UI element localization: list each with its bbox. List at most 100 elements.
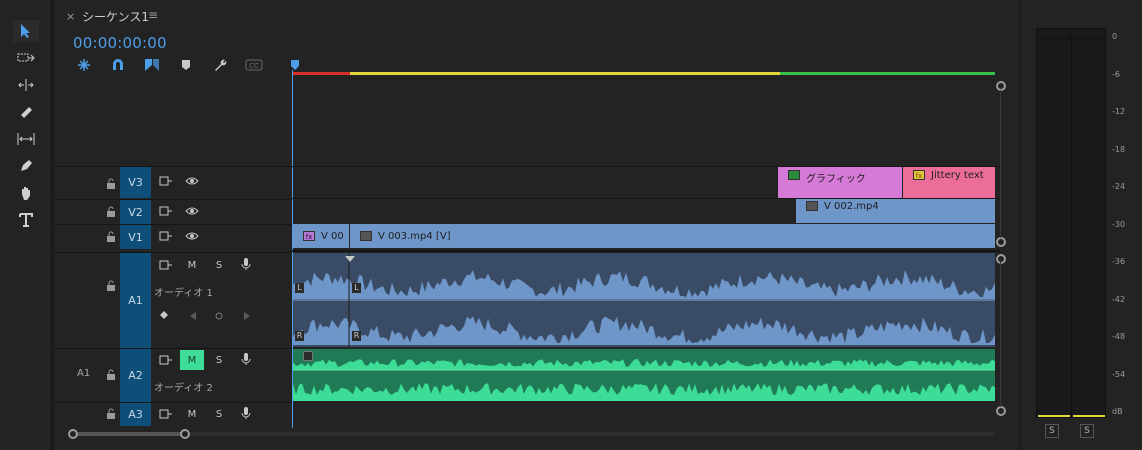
db-scale-label: -6 <box>1112 69 1120 79</box>
video-audio-divider <box>292 250 1000 252</box>
track-target-v1[interactable]: V1 <box>120 225 151 249</box>
tab-menu-icon[interactable]: ≡ <box>148 8 158 22</box>
meter-solo-left-button[interactable]: S <box>1045 424 1059 438</box>
track-target-v3[interactable]: V3 <box>120 167 151 198</box>
sequence-tab-title[interactable]: シーケンス1 <box>82 8 149 25</box>
fx-badge-icon: fx <box>913 170 925 180</box>
eye-icon[interactable] <box>185 175 199 187</box>
db-scale-label: -12 <box>1112 107 1126 116</box>
slip-tool-icon[interactable] <box>13 128 39 150</box>
track-target-a2[interactable]: A2 <box>120 349 151 402</box>
microphone-icon[interactable] <box>239 353 253 365</box>
selection-tool-icon[interactable] <box>13 20 39 42</box>
db-scale-label: -54 <box>1112 369 1126 379</box>
ripple-edit-tool-icon[interactable] <box>13 74 39 96</box>
peak-indicator-right <box>1071 29 1106 39</box>
solo-button[interactable]: S <box>212 259 226 271</box>
track-name-a2: オーディオ 2 <box>154 383 213 394</box>
render-bar-yellow <box>350 72 780 75</box>
microphone-icon[interactable] <box>239 258 253 270</box>
type-tool-icon[interactable] <box>13 209 39 231</box>
waveform-a2 <box>293 359 995 401</box>
wrench-icon[interactable] <box>211 58 229 72</box>
sync-lock-icon[interactable] <box>159 259 173 271</box>
lock-icon[interactable] <box>106 408 116 419</box>
pen-tool-icon[interactable] <box>13 155 39 177</box>
track-header-v1 <box>55 224 292 249</box>
render-bar-green <box>780 72 995 75</box>
clip-jittery-label: Jittery text <box>931 170 984 181</box>
solo-button[interactable]: S <box>212 408 226 420</box>
snap-icon[interactable] <box>75 58 93 72</box>
clip-v002[interactable]: V 002.mp4 <box>796 199 995 223</box>
fx-badge-icon <box>788 170 800 180</box>
audio-scroll-handle-top[interactable] <box>996 254 1006 264</box>
linked-selection-icon[interactable] <box>143 58 161 72</box>
sync-lock-icon[interactable] <box>159 230 173 242</box>
clip-v002-label: V 002.mp4 <box>824 201 879 212</box>
horizontal-scrollbar-track[interactable] <box>70 432 995 436</box>
fx-badge-icon: fx <box>303 231 315 241</box>
zoom-handle-right[interactable] <box>180 429 190 439</box>
lock-icon[interactable] <box>106 369 116 380</box>
clip-v00[interactable]: fx V 00 <box>293 224 349 248</box>
cc-icon[interactable]: CC <box>245 58 263 72</box>
clip-v003-label: V 003.mp4 [V] <box>378 230 451 242</box>
track-select-tool-icon[interactable] <box>13 47 39 69</box>
horizontal-scrollbar-thumb[interactable] <box>73 432 186 436</box>
video-scroll-handle-top[interactable] <box>996 81 1006 91</box>
render-bar-red <box>293 72 350 75</box>
track-target-a3[interactable]: A3 <box>120 403 151 426</box>
solo-button[interactable]: S <box>212 354 226 366</box>
track-target-a1[interactable]: A1 <box>120 253 151 348</box>
audio-scrollbar-track[interactable] <box>1000 262 1001 407</box>
db-scale-label: -36 <box>1112 257 1126 266</box>
eye-icon[interactable] <box>185 230 199 242</box>
magnet-icon[interactable] <box>109 58 127 72</box>
audio-scroll-handle-bottom[interactable] <box>996 406 1006 416</box>
waveform-a1 <box>293 253 995 347</box>
sync-lock-icon[interactable] <box>159 205 173 217</box>
mute-button[interactable]: M <box>185 259 199 271</box>
clip-audio-a1[interactable]: L L R R <box>293 253 995 347</box>
microphone-icon[interactable] <box>239 407 253 419</box>
keyframe-toggle-icon[interactable] <box>212 310 226 322</box>
clip-jittery-text[interactable]: fx Jittery text <box>903 167 995 198</box>
channel-label-l: L <box>352 283 361 293</box>
clip-graphic[interactable]: グラフィック <box>778 167 902 198</box>
sync-lock-icon[interactable] <box>159 408 173 420</box>
lock-icon[interactable] <box>106 206 116 217</box>
sync-lock-icon[interactable] <box>159 175 173 187</box>
lock-icon[interactable] <box>106 178 116 189</box>
fx-badge-icon <box>806 201 818 211</box>
meter-divider <box>1071 39 1072 417</box>
mute-button[interactable]: M <box>185 408 199 420</box>
mute-button-active[interactable]: M <box>180 350 204 370</box>
next-keyframe-icon[interactable] <box>240 310 254 322</box>
playhead-marker-icon[interactable] <box>291 60 299 70</box>
source-patch-a1[interactable]: A1 <box>77 368 90 379</box>
keyframe-add-icon[interactable] <box>158 310 172 322</box>
db-scale-label: -18 <box>1112 144 1126 154</box>
track-target-v2[interactable]: V2 <box>120 200 151 224</box>
meter-level-left <box>1038 415 1070 417</box>
track-header-v3 <box>55 166 292 198</box>
marker-icon[interactable] <box>177 58 195 72</box>
hand-tool-icon[interactable] <box>13 182 39 204</box>
timecode-display[interactable]: 00:00:00:00 <box>73 34 167 52</box>
track-name-a1: オーディオ 1 <box>154 288 213 299</box>
sync-lock-icon[interactable] <box>159 354 173 366</box>
zoom-handle-left[interactable] <box>68 429 78 439</box>
razor-tool-icon[interactable] <box>13 101 39 123</box>
video-scroll-handle-bottom[interactable] <box>996 237 1006 247</box>
eye-icon[interactable] <box>185 205 199 217</box>
lock-icon[interactable] <box>106 280 116 291</box>
meter-solo-right-button[interactable]: S <box>1080 424 1094 438</box>
previous-keyframe-icon[interactable] <box>186 310 200 322</box>
close-tab-icon[interactable]: × <box>66 10 75 23</box>
video-scrollbar-track[interactable] <box>1000 90 1001 238</box>
db-scale-label: -48 <box>1112 332 1126 341</box>
clip-v003[interactable]: V 003.mp4 [V] <box>350 224 995 248</box>
lock-icon[interactable] <box>106 231 116 242</box>
clip-audio-a2[interactable] <box>293 349 995 401</box>
